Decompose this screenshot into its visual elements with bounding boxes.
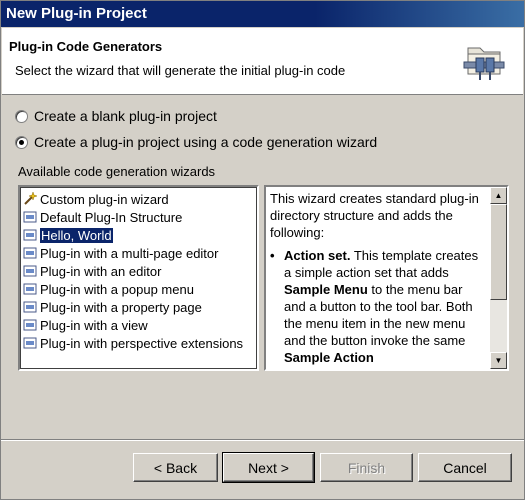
description-scrollbar[interactable]: ▲ ▼ [490,187,507,369]
template-icon [23,265,37,277]
template-icon [23,211,37,223]
new-plugin-project-dialog: New Plug-in Project Plug-in Code Generat… [0,0,525,500]
wizard-wand-icon [24,191,38,205]
blank-project-label: Create a blank plug-in project [34,108,217,124]
template-icon [23,229,37,241]
wizard-description-panel[interactable]: This wizard creates standard plug-in dir… [264,185,509,371]
wizard-item-default[interactable]: Default Plug-In Structure [20,208,257,226]
wizard-item-popup-menu[interactable]: Plug-in with a popup menu [20,280,257,298]
wizard-item-view[interactable]: Plug-in with a view [20,316,257,334]
blank-project-radio[interactable] [15,109,28,123]
wizard-item-editor[interactable]: Plug-in with an editor [20,262,257,280]
back-button[interactable]: < Back [133,453,218,482]
wizard-item-property-page[interactable]: Plug-in with a property page [20,298,257,316]
wizard-header: Plug-in Code Generators Select the wizar… [2,28,523,95]
template-icon [23,283,37,295]
bullet-bold-2: Sample Action [284,350,374,365]
window-title: New Plug-in Project [1,1,524,27]
bullet-bold-1: Sample Menu [284,282,368,297]
bullet-title: Action set. [284,248,351,263]
template-icon [23,247,37,259]
plugin-wizard-icon [463,47,505,80]
scroll-up-button[interactable]: ▲ [490,187,507,204]
wizard-item-perspective[interactable]: Plug-in with perspective extensions [20,334,257,352]
page-title: Plug-in Code Generators [9,39,163,54]
button-separator [1,439,524,441]
available-wizards-label: Available code generation wizards [18,164,216,179]
wizard-list[interactable]: Custom plug-in wizard Default Plug-In St… [18,185,259,371]
page-description: Select the wizard that will generate the… [15,63,346,78]
wizard-project-label: Create a plug-in project using a code ge… [34,134,378,150]
wizard-item-multipage-editor[interactable]: Plug-in with a multi-page editor [20,244,257,262]
template-icon [23,337,37,349]
scroll-down-button[interactable]: ▼ [490,352,507,369]
cancel-button[interactable]: Cancel [418,453,512,482]
wizard-description-text: This wizard creates standard plug-in dir… [270,190,482,366]
template-icon [23,301,37,313]
wizard-item-custom[interactable]: Custom plug-in wizard [20,190,257,208]
template-icon [23,319,37,331]
wizard-project-option[interactable]: Create a plug-in project using a code ge… [15,133,377,151]
next-button[interactable]: Next > [222,452,315,483]
blank-project-option[interactable]: Create a blank plug-in project [15,107,217,125]
finish-button: Finish [320,453,413,482]
wizard-project-radio[interactable] [15,135,28,149]
description-bullet: • Action set. This template creates a si… [270,248,479,365]
wizard-item-hello-world[interactable]: Hello, World [20,226,257,244]
scroll-thumb[interactable] [490,204,507,300]
description-intro: This wizard creates standard plug-in dir… [270,191,479,240]
